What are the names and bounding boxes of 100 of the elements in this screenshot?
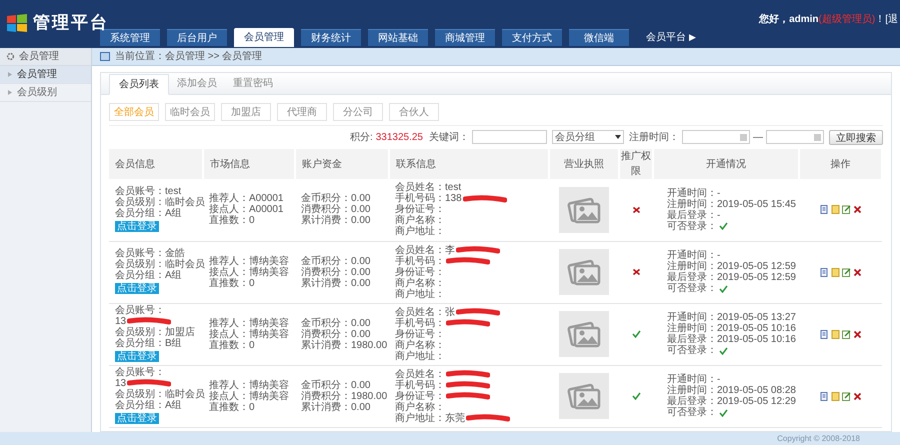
document-icon[interactable] (820, 330, 828, 338)
table-cell-text: 商户地址： (395, 226, 445, 238)
table-cell-text: 金币积分：0.00 (301, 318, 370, 328)
nav-tab[interactable]: 网站基础 (368, 29, 428, 46)
table-cell-text: 金币积分：0.00 (301, 380, 370, 390)
nav-tab[interactable]: 系统管理 (100, 29, 160, 46)
table-cell-text: 会员分组：A组 (115, 400, 182, 410)
points-value: 331325.25 (376, 130, 423, 144)
delete-icon[interactable] (852, 268, 862, 276)
filter-tab[interactable]: 合伙人 (389, 103, 439, 121)
table-cell-text: 注册时间：2019-05-05 08:28 (667, 385, 796, 396)
nav-tab[interactable]: 商城管理 (435, 29, 495, 46)
table-cell-text: 会员账号： (115, 304, 165, 316)
table-cell-text: 身份证号： (395, 328, 445, 340)
sidebar-item[interactable]: 会员级别 (0, 84, 91, 102)
search-button[interactable]: 立即搜索 (829, 130, 883, 144)
nav-tab[interactable]: 支付方式 (502, 29, 562, 46)
edit-icon[interactable] (842, 392, 850, 400)
delete-icon[interactable] (852, 330, 862, 338)
filter-tab[interactable]: 加盟店 (221, 103, 271, 121)
column-header: 推广权限 (619, 149, 653, 179)
end-date-field[interactable] (766, 130, 824, 144)
table-cell-text: 累计消费：0.00 (301, 402, 370, 412)
table-cell-text: 商户地址： (395, 350, 445, 362)
table-cell-text: 最后登录：2019-05-05 10:16 (667, 334, 796, 345)
table-cell-text: 开通时间：2019-05-05 13:27 (667, 312, 796, 323)
table-cell-text: 会员级别：临时会员 (115, 259, 205, 270)
logo-icon (6, 12, 28, 33)
table-cell-text: 接点人：博纳美容 (209, 328, 289, 340)
table-cell-text: 会员账号：test (115, 186, 182, 197)
group-select[interactable]: 会员分组 (552, 130, 624, 144)
table-cell-text: 13 (115, 378, 126, 388)
table-cell-text: 消费积分：0.00 (301, 328, 370, 340)
sidebar-title: 会员管理 (19, 50, 59, 64)
image-placeholder-icon (567, 320, 601, 348)
table-cell-text: 推荐人：博纳美容 (209, 318, 289, 328)
table-cell-text: 直推数：0 (209, 215, 255, 226)
nav-tab[interactable]: 微信端 (569, 29, 629, 46)
greeting-text: 您好，admin (759, 12, 819, 27)
tab[interactable]: 会员列表 (109, 74, 169, 95)
nav-tab[interactable]: 后台用户 (167, 29, 227, 46)
table-cell-text: 身份证号： (395, 266, 445, 278)
table-cell-text: 消费积分：1980.00 (301, 390, 388, 402)
filter-tab[interactable]: 代理商 (277, 103, 327, 121)
caret-icon[interactable] (615, 135, 621, 139)
image-placeholder-icon (567, 258, 601, 286)
table-cell-text: 身份证号： (395, 390, 445, 402)
bullet-icon (8, 90, 12, 95)
edit-icon[interactable] (842, 268, 850, 276)
table-cell-text: 金币积分：0.00 (301, 193, 370, 204)
points-label: 积分: (350, 130, 373, 144)
tab[interactable]: 重置密码 (225, 73, 281, 94)
table-cell-text: 直推数：0 (209, 278, 255, 288)
sidebar-item[interactable]: 会员管理 (0, 66, 91, 84)
table-cell-text: 会员分组：B组 (115, 338, 182, 348)
nav-link[interactable]: 会员平台 ▶ (642, 29, 700, 46)
table-cell-text: 商户名称： (395, 340, 445, 350)
start-date-field[interactable] (682, 130, 750, 144)
table-cell-text: 会员分组：A组 (115, 270, 182, 281)
table-cell-text: 最后登录：- (667, 210, 720, 221)
table-cell-text: 商户地址：东莞 (395, 412, 465, 424)
document-icon[interactable] (820, 268, 828, 276)
table-cell-text: 可否登录： (667, 407, 717, 418)
table-cell-text: 会员级别：临时会员 (115, 388, 205, 400)
date-label: 注册时间： (629, 130, 679, 144)
column-header: 操作 (799, 149, 882, 179)
table-cell-text: 会员账号：金皓 (115, 248, 185, 259)
column-header: 账户资金 (295, 149, 389, 179)
tab[interactable]: 添加会员 (169, 73, 225, 94)
keyword-field[interactable] (472, 130, 547, 144)
document-icon[interactable] (820, 392, 828, 400)
nav-tab[interactable]: 会员管理 (234, 28, 294, 47)
delete-icon[interactable] (852, 205, 862, 214)
edit-icon[interactable] (842, 330, 850, 338)
table-cell-text: 消费积分：0.00 (301, 266, 370, 278)
breadcrumb: 当前位置：会员管理 >> 会员管理 (115, 50, 262, 64)
table-cell-text: 会员级别：加盟店 (115, 326, 195, 338)
filter-tab[interactable]: 临时会员 (165, 103, 215, 121)
table-cell-text: 推荐人：A00001 (209, 193, 284, 204)
logout-link[interactable]: ！[退 (875, 12, 898, 27)
column-header: 会员信息 (109, 149, 203, 179)
table-cell-text: 推荐人：博纳美容 (209, 380, 289, 390)
table-cell-text: 商户名称： (395, 402, 445, 412)
table-cell-text: 开通时间：- (667, 374, 720, 385)
nav-tab[interactable]: 财务统计 (301, 29, 361, 46)
column-header: 开通情况 (653, 149, 799, 179)
table-cell-text: 会员姓名： (395, 368, 445, 380)
edit-icon[interactable] (842, 205, 850, 214)
table-cell-text: 直推数：0 (209, 340, 255, 350)
table-cell-text: 最后登录：2019-05-05 12:59 (667, 272, 796, 283)
delete-icon[interactable] (852, 392, 862, 400)
table-cell-text: 累计消费：1980.00 (301, 340, 388, 350)
table-cell-text: 推荐人：博纳美容 (209, 256, 289, 266)
filter-tab[interactable]: 分公司 (333, 103, 383, 121)
table-cell-text: 可否登录： (667, 220, 717, 232)
table-cell-text: 金币积分：0.00 (301, 256, 370, 266)
table-cell-text: 会员账号： (115, 366, 165, 378)
document-icon[interactable] (820, 205, 828, 214)
table-cell-text: 手机号码： (395, 380, 445, 390)
table-cell-text: 手机号码： (395, 318, 445, 328)
